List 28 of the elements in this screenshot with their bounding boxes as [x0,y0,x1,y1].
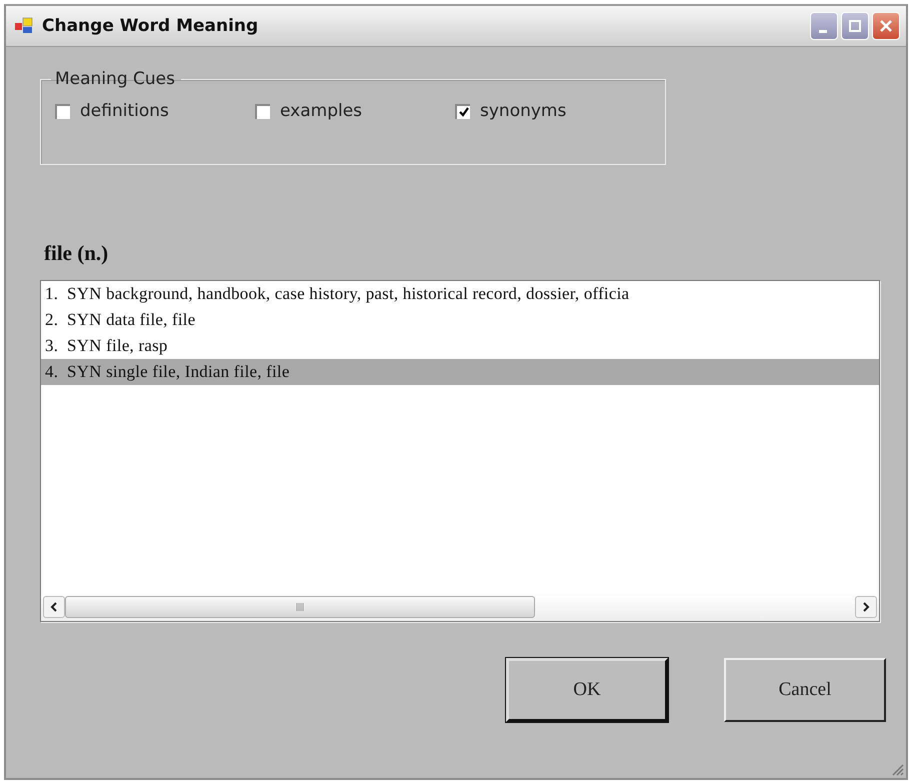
chevron-left-icon [49,602,59,612]
close-button[interactable] [872,12,900,40]
chevron-right-icon [861,602,871,612]
cue-checkbox[interactable]: definitions [55,101,255,121]
sense-item[interactable]: 2. SYN data file, file [41,307,879,333]
group-title: Meaning Cues [54,69,176,89]
scroll-left-button[interactable] [43,596,65,618]
word-heading: file (n.) [44,241,110,266]
minimize-button[interactable] [810,12,838,40]
close-icon [879,19,893,33]
horizontal-scrollbar[interactable] [41,593,879,621]
sense-item[interactable]: 4. SYN single file, Indian file, file [41,359,879,385]
sense-item[interactable]: 3. SYN file, rasp [41,333,879,359]
sense-item[interactable]: 1. SYN background, handbook, case history, past, historical record, dossier, officia [41,281,879,307]
cue-checkbox[interactable]: synonyms [455,101,655,121]
scroll-right-button[interactable] [855,596,877,618]
cue-checkbox[interactable]: examples [255,101,455,121]
minimize-icon [818,30,826,32]
grip-lines-icon [295,603,305,611]
window-title: Change Word Meaning [42,16,258,36]
maximize-button[interactable] [841,12,869,40]
dialog-button[interactable]: Cancel [724,658,886,722]
checkmark-icon [458,106,470,118]
app-icon [14,17,34,35]
scroll-thumb[interactable] [65,596,535,618]
maximize-icon [848,19,862,33]
resize-grip-icon[interactable] [890,762,904,776]
dialog-button[interactable]: OK [506,658,668,722]
